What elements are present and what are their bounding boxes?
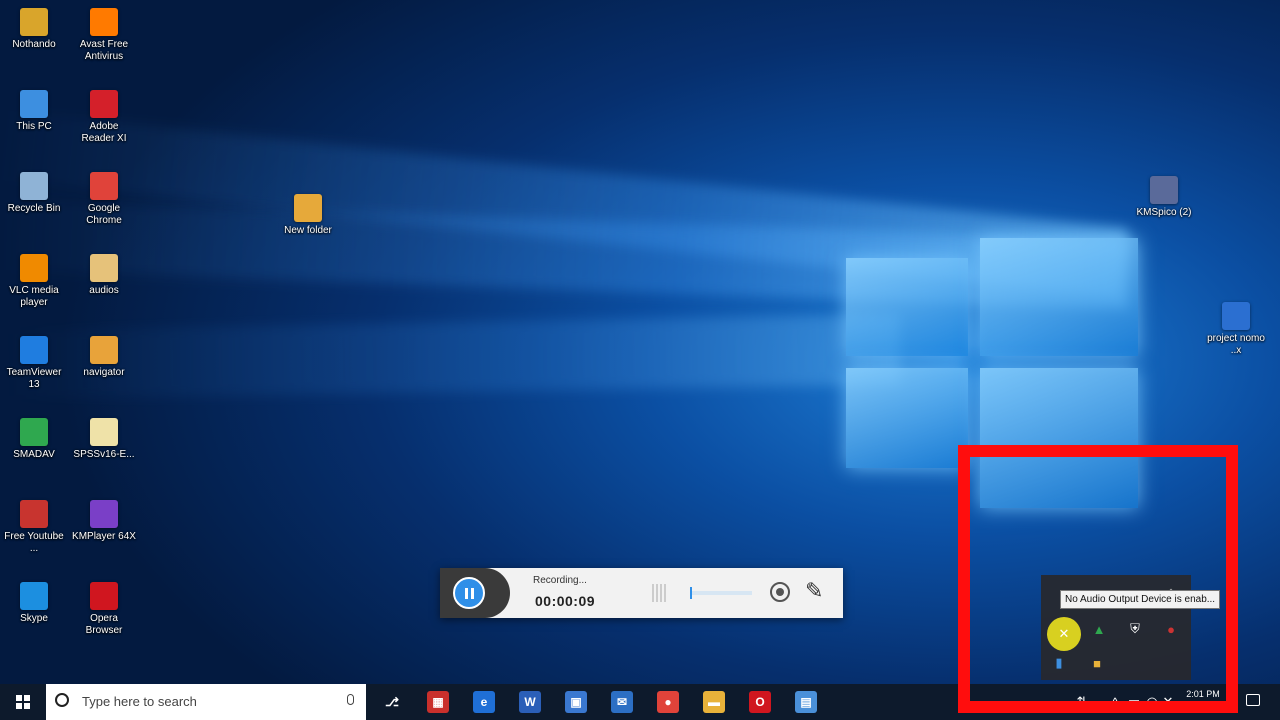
desktop-icon[interactable]: SPSSv16-E... — [72, 418, 136, 461]
opera-icon — [90, 582, 118, 610]
start-button[interactable] — [0, 684, 46, 720]
store-icon: ▣ — [565, 691, 587, 713]
calculator-icon: ▦ — [427, 691, 449, 713]
edge-icon: e — [473, 691, 495, 713]
desktop-icon[interactable]: audios — [72, 254, 136, 297]
desktop-icon[interactable]: Free Youtube ... — [2, 500, 66, 555]
cortana-icon[interactable] — [55, 693, 69, 707]
screen-recorder-icon: ▤ — [795, 691, 817, 713]
pause-button[interactable] — [453, 577, 485, 609]
recording-status: Recording... — [533, 575, 587, 586]
desktop-icon-label: Avast Free Antivirus — [79, 39, 129, 62]
desktop-icon[interactable]: Skype — [2, 582, 66, 625]
desktop-icon-label: Free Youtube ... — [4, 531, 64, 554]
adobe-reader-icon — [90, 90, 118, 118]
desktop-icon-label: navigator — [83, 367, 125, 378]
desktop-icon[interactable]: Opera Browser — [72, 582, 136, 637]
audio-level-meter — [690, 587, 752, 599]
pen-icon[interactable]: ✎ — [805, 578, 823, 604]
chrome-icon: ● — [657, 691, 679, 713]
windows-logo-pane — [846, 258, 968, 356]
desktop-icon[interactable]: New folder — [276, 194, 340, 237]
desktop-icon[interactable]: project nomo ..x — [1204, 302, 1268, 357]
task-view-icon: ⎇ — [385, 695, 399, 709]
kmspico-icon — [1150, 176, 1178, 204]
recorder-control-area — [440, 568, 510, 618]
avast-icon — [90, 8, 118, 36]
word-document-icon — [1222, 302, 1250, 330]
smadav-icon — [20, 418, 48, 446]
folder-icon — [90, 254, 118, 282]
desktop-icon-label: SPSSv16-E... — [73, 449, 135, 460]
desktop-icon[interactable]: TeamViewer 13 — [2, 336, 66, 391]
search-placeholder: Type here to search — [82, 694, 197, 709]
computer-icon — [20, 90, 48, 118]
chrome-icon — [90, 172, 118, 200]
desktop-icon-label: Skype — [20, 613, 48, 624]
desktop-icon-label: Opera Browser — [85, 613, 123, 636]
desktop-icon-label: KMPlayer 64X — [72, 531, 136, 542]
desktop-icon-label: audios — [89, 285, 119, 296]
windows-logo-pane — [846, 368, 968, 468]
file-explorer-icon: ▬ — [703, 691, 725, 713]
teamviewer-icon — [20, 336, 48, 364]
desktop-icon[interactable]: Adobe Reader XI — [72, 90, 136, 145]
webcam-icon[interactable] — [770, 582, 790, 602]
search-box[interactable]: Type here to search — [46, 684, 366, 720]
desktop-icon[interactable]: KMPlayer 64X — [72, 500, 136, 543]
folder-icon — [294, 194, 322, 222]
desktop-icon-label: Nothando — [12, 39, 56, 50]
desktop-icon-label: KMSpico (2) — [1136, 207, 1192, 218]
taskbar-app[interactable]: ▬ — [696, 684, 732, 720]
desktop-icon[interactable]: Nothando — [2, 8, 66, 51]
folder-icon — [90, 418, 118, 446]
taskbar-app[interactable]: e — [466, 684, 502, 720]
desktop-icon[interactable]: Recycle Bin — [2, 172, 66, 215]
skype-icon — [20, 582, 48, 610]
folder-user-icon — [20, 8, 48, 36]
windows-logo-pane — [980, 238, 1138, 356]
desktop-icon-label: TeamViewer 13 — [6, 367, 62, 390]
microphone-icon[interactable] — [347, 694, 354, 705]
windows-logo-icon — [16, 695, 30, 709]
taskbar-app[interactable]: ⎇ — [374, 684, 410, 720]
taskbar-app[interactable]: ▣ — [558, 684, 594, 720]
taskbar-app[interactable]: ▦ — [420, 684, 456, 720]
opera-icon: O — [749, 691, 771, 713]
desktop-icon[interactable]: This PC — [2, 90, 66, 133]
desktop-icon[interactable]: navigator — [72, 336, 136, 379]
youtube-downloader-icon — [20, 500, 48, 528]
desktop-icon-label: Adobe Reader XI — [81, 121, 127, 144]
desktop-icon-label: New folder — [284, 225, 332, 236]
desktop-icon-label: This PC — [16, 121, 52, 132]
desktop-icon[interactable]: Google Chrome — [72, 172, 136, 227]
desktop-icon-label: SMADAV — [13, 449, 55, 460]
mail-icon: ✉ — [611, 691, 633, 713]
recycle-bin-icon — [20, 172, 48, 200]
recorder-bar: Recording... 00:00:09 ✎ — [440, 568, 843, 618]
desktop-icon[interactable]: KMSpico (2) — [1132, 176, 1196, 219]
drag-handle[interactable] — [652, 584, 666, 602]
desktop-icon-label: Recycle Bin — [7, 203, 61, 214]
desktop-icon-label: Google Chrome — [86, 203, 122, 226]
desktop-icon[interactable]: Avast Free Antivirus — [72, 8, 136, 63]
taskbar-app[interactable]: ● — [650, 684, 686, 720]
vlc-icon — [20, 254, 48, 282]
highlight-box — [958, 445, 1238, 713]
folder-icon — [90, 336, 118, 364]
taskbar-app[interactable]: O — [742, 684, 778, 720]
kmplayer-icon — [90, 500, 118, 528]
taskbar-app[interactable]: W — [512, 684, 548, 720]
desktop-icon[interactable]: VLC media player — [2, 254, 66, 309]
taskbar-app[interactable]: ▤ — [788, 684, 824, 720]
recording-timer: 00:00:09 — [535, 593, 596, 609]
desktop-icon-label: project nomo ..x — [1207, 333, 1265, 356]
action-center-icon[interactable] — [1246, 694, 1260, 706]
taskbar-app[interactable]: ✉ — [604, 684, 640, 720]
desktop-icon-label: VLC media player — [9, 285, 59, 308]
word-icon: W — [519, 691, 541, 713]
desktop-icon[interactable]: SMADAV — [2, 418, 66, 461]
